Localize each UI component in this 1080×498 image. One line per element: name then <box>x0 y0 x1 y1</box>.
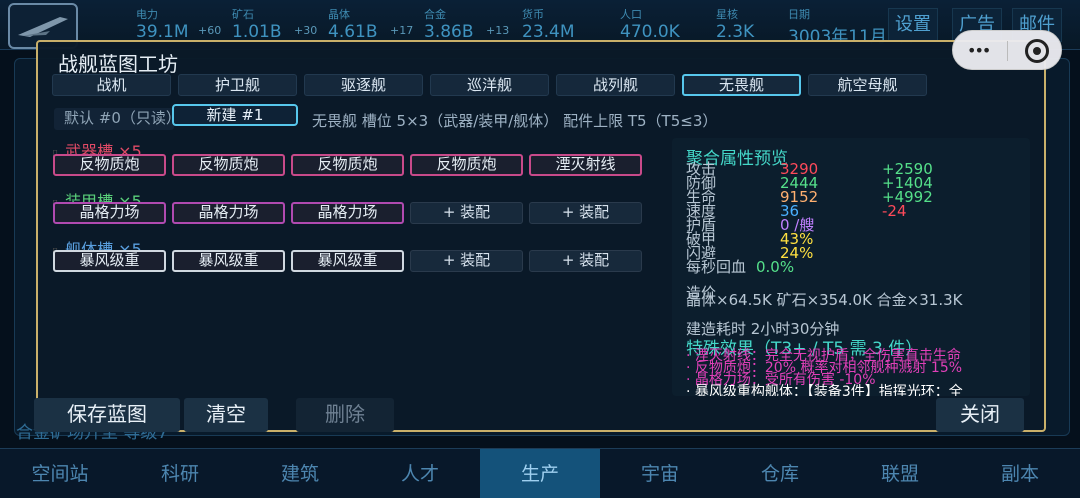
resource-starcore: 星核 2.3K <box>716 8 755 42</box>
resource-ore: 矿石 1.01B +30 <box>232 8 318 42</box>
slot-info-text: 无畏舰 槽位 5×3（武器/装甲/舰体） 配件上限 T5（T5≤3） <box>312 112 718 130</box>
armor-slot[interactable]: 晶格力场 <box>291 202 404 224</box>
resource-currency: 货币 23.4M <box>522 8 575 42</box>
ship-type-tabs: 战机 护卫舰 驱逐舰 巡洋舰 战列舰 无畏舰 航空母舰 <box>52 74 927 96</box>
weapon-slot[interactable]: 反物质炮 <box>291 154 404 176</box>
tab-battleship[interactable]: 战列舰 <box>556 74 675 96</box>
stats-preview-panel: 聚合属性预览 攻击 3290 +2590 防御 2444 +1404 生命 9152 +49… <box>672 138 1030 396</box>
armor-slot[interactable]: 晶格力场 <box>172 202 285 224</box>
weapon-slots-row: 反物质炮 反物质炮 反物质炮 反物质炮 湮灭射线 <box>53 154 642 176</box>
resource-power: 电力 39.1M +60 <box>136 8 222 42</box>
blueprint-workshop-dialog: 战舰蓝图工坊 战机 护卫舰 驱逐舰 巡洋舰 战列舰 无畏舰 航空母舰 默认 #0… <box>34 40 1046 432</box>
effect-line: · 暴风级重构舰体：【装备3件】指挥光环：全 <box>686 384 963 396</box>
hull-slot[interactable]: 暴风级重 <box>53 250 166 272</box>
equip-hull-button[interactable]: + 装配 <box>410 250 523 272</box>
tab-destroyer[interactable]: 驱逐舰 <box>304 74 423 96</box>
hull-slot[interactable]: 暴风级重 <box>172 250 285 272</box>
weapon-slot[interactable]: 反物质炮 <box>53 154 166 176</box>
nav-tab-production[interactable]: 生产 <box>480 449 600 498</box>
armor-slots-row: 晶格力场 晶格力场 晶格力场 + 装配 + 装配 <box>53 202 642 224</box>
equip-armor-button[interactable]: + 装配 <box>410 202 523 224</box>
bottom-nav: 空间站 科研 建筑 人才 生产 宇宙 仓库 联盟 副本 <box>0 448 1080 498</box>
tab-dreadnought[interactable]: 无畏舰 <box>682 74 801 96</box>
tab-escort[interactable]: 护卫舰 <box>178 74 297 96</box>
resource-population: 人口 470.0K <box>620 8 680 42</box>
tab-carrier[interactable]: 航空母舰 <box>808 74 927 96</box>
nav-tab-talent[interactable]: 人才 <box>360 449 480 498</box>
delete-button[interactable]: 删除 <box>296 398 394 432</box>
nav-tab-research[interactable]: 科研 <box>120 449 240 498</box>
nav-tab-buildings[interactable]: 建筑 <box>240 449 360 498</box>
nav-tab-alliance[interactable]: 联盟 <box>840 449 960 498</box>
resource-alloy: 合金 3.86B +13 <box>424 8 510 42</box>
clear-button[interactable]: 清空 <box>184 398 268 432</box>
dialog-title: 战舰蓝图工坊 <box>58 52 178 76</box>
resource-crystal: 晶体 4.61B +17 <box>328 8 414 42</box>
equip-armor-button[interactable]: + 装配 <box>529 202 642 224</box>
capsule-divider <box>1007 41 1008 61</box>
hull-slots-row: 暴风级重 暴风级重 暴风级重 + 装配 + 装配 <box>53 250 642 272</box>
nav-tab-universe[interactable]: 宇宙 <box>600 449 720 498</box>
cost-value: 晶体×64.5K 矿石×354.0K 合金×31.3K <box>686 291 963 309</box>
blueprint-slot-default[interactable]: 默认 #0（只读） <box>54 108 181 130</box>
armor-slot[interactable]: 晶格力场 <box>53 202 166 224</box>
tab-cruiser[interactable]: 巡洋舰 <box>430 74 549 96</box>
miniapp-capsule: ••• <box>952 30 1062 70</box>
settings-button[interactable]: 设置 <box>888 8 938 42</box>
close-dialog-button[interactable]: 关闭 <box>936 398 1024 432</box>
equip-hull-button[interactable]: + 装配 <box>529 250 642 272</box>
weapon-slot[interactable]: 反物质炮 <box>410 154 523 176</box>
tab-fighter[interactable]: 战机 <box>52 74 171 96</box>
exit-miniapp-icon[interactable] <box>1025 39 1049 63</box>
weapon-slot[interactable]: 湮灭射线 <box>529 154 642 176</box>
save-blueprint-button[interactable]: 保存蓝图 <box>34 398 180 432</box>
nav-tab-warehouse[interactable]: 仓库 <box>720 449 840 498</box>
weapon-slot[interactable]: 反物质炮 <box>172 154 285 176</box>
hull-slot[interactable]: 暴风级重 <box>291 250 404 272</box>
more-options-icon[interactable]: ••• <box>967 41 991 60</box>
nav-tab-dungeon[interactable]: 副本 <box>960 449 1080 498</box>
blueprint-slot-new[interactable]: 新建 #1 <box>172 104 298 126</box>
nav-tab-station[interactable]: 空间站 <box>0 449 120 498</box>
